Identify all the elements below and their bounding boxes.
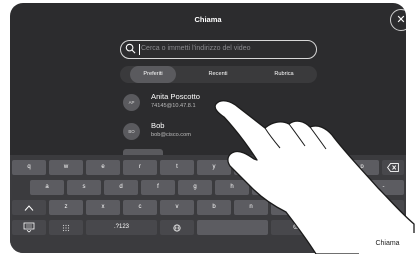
pointing-hand <box>214 100 415 254</box>
call-button[interactable]: Chiama <box>359 233 416 254</box>
